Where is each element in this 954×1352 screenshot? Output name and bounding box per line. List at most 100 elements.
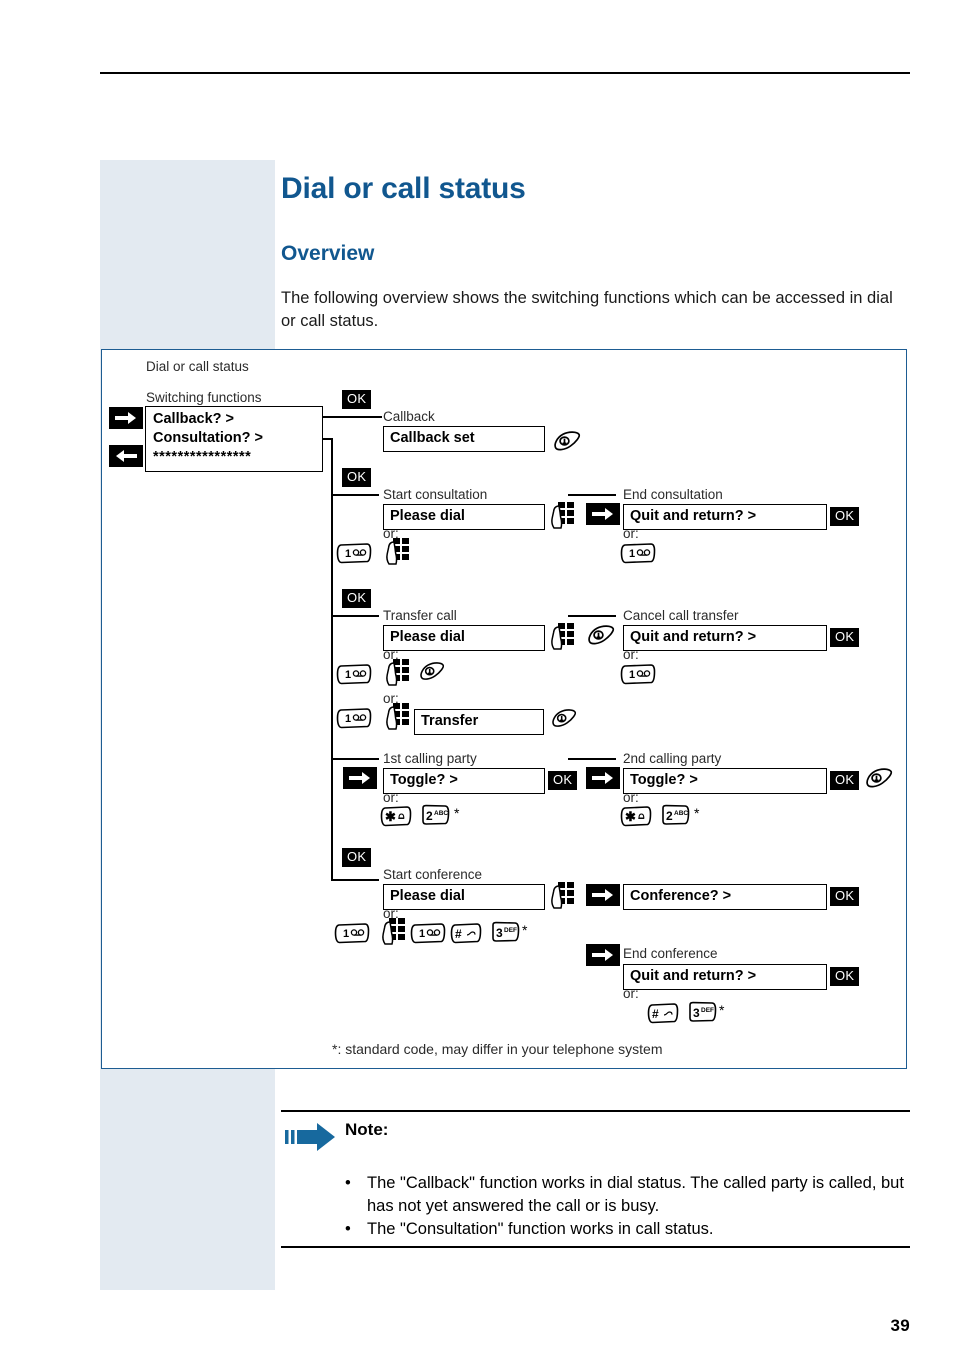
note-rule-bottom: [281, 1246, 910, 1248]
key-2-abc-icon-toggle-1[interactable]: 2 ABC: [420, 804, 450, 831]
ok-key-consultation[interactable]: OK: [342, 468, 372, 487]
ok-key-toggle-1[interactable]: OK: [548, 771, 578, 790]
handset-hangup-icon-transfer-confirm[interactable]: [550, 708, 578, 737]
keypad-dial-icon-transfer-alt[interactable]: [384, 659, 410, 692]
svg-text:2: 2: [666, 809, 673, 823]
branch-label-1st-calling-party: 1st calling party: [383, 751, 477, 766]
key-1-voicemail-icon-transfer-2[interactable]: 1: [336, 707, 372, 734]
ok-key-conference-confirm[interactable]: OK: [830, 887, 860, 906]
ok-key-conference[interactable]: OK: [342, 848, 372, 867]
nav-right-arrow-icon-toggle-2[interactable]: [586, 767, 620, 789]
lcd-quit-return-conference: Quit and return? >: [623, 964, 827, 990]
note-arrow-icon: [285, 1122, 337, 1157]
lcd-quit-return-transfer: Quit and return? >: [623, 625, 827, 651]
diagram-footnote: *: standard code, may differ in your tel…: [332, 1041, 663, 1057]
menu-line-consultation[interactable]: Consultation? >: [153, 429, 315, 448]
key-1-voicemail-icon-transfer[interactable]: 1: [336, 663, 372, 690]
note-item-2-text: The "Consultation" function works in cal…: [367, 1220, 714, 1238]
svg-text:1: 1: [629, 669, 635, 681]
ok-key-cancel-transfer[interactable]: OK: [830, 628, 860, 647]
lcd-callback-set: Callback set: [383, 426, 545, 452]
asterisk-mark-toggle-2: *: [694, 805, 700, 821]
handset-hangup-icon-callback[interactable]: [552, 430, 582, 461]
ok-key-transfer[interactable]: OK: [342, 589, 372, 608]
svg-text:ABC: ABC: [674, 810, 688, 817]
switching-functions-menu[interactable]: Callback? > Consultation? > ************…: [145, 406, 323, 472]
note-rule-top: [281, 1110, 910, 1112]
handset-hangup-icon-toggle-2[interactable]: [864, 767, 894, 798]
connector-consultation-h: [331, 494, 379, 496]
key-1-voicemail-icon-conference-2[interactable]: 1: [410, 922, 446, 949]
note-list-item-2: • The "Consultation" function works in c…: [345, 1218, 905, 1241]
svg-text:3: 3: [693, 1006, 700, 1020]
branch-label-2nd-calling-party: 2nd calling party: [623, 751, 722, 766]
keypad-dial-icon-conference[interactable]: [549, 882, 575, 915]
lcd-please-dial-consultation: Please dial: [383, 504, 545, 530]
keypad-dial-icon-transfer-2[interactable]: [384, 703, 410, 736]
key-1-voicemail-icon-end-consultation[interactable]: 1: [620, 542, 656, 569]
svg-text:1: 1: [345, 669, 351, 681]
key-3-def-icon-end-conference[interactable]: 3 DEF: [687, 1001, 717, 1028]
or-label-cancel-transfer: or:: [623, 647, 639, 662]
svg-text:2: 2: [426, 809, 433, 823]
branch-label-start-consultation: Start consultation: [383, 487, 488, 502]
key-1-voicemail-icon-conference[interactable]: 1: [334, 922, 370, 949]
nav-right-arrow-icon-conference[interactable]: [586, 884, 620, 906]
section-title: Overview: [281, 242, 375, 266]
branch-label-start-conference: Start conference: [383, 867, 483, 882]
keypad-dial-icon-conference-alt[interactable]: [380, 918, 406, 951]
menu-line-callback[interactable]: Callback? >: [153, 410, 315, 429]
svg-text:1: 1: [419, 928, 425, 940]
key-star-bell-icon-toggle-1[interactable]: ✱: [380, 805, 412, 832]
svg-text:✱: ✱: [385, 809, 396, 824]
key-1-voicemail-icon-consultation[interactable]: 1: [336, 542, 372, 569]
key-star-bell-icon-toggle-2[interactable]: ✱: [620, 805, 652, 832]
svg-text:DEF: DEF: [701, 1007, 714, 1014]
connector-cancel-transfer-h: [568, 615, 616, 617]
keypad-dial-icon-consultation-alt[interactable]: [384, 538, 410, 571]
or-label-toggle-1: or:: [383, 790, 399, 805]
key-2-abc-icon-toggle-2[interactable]: 2 ABC: [660, 804, 690, 831]
svg-text:DEF: DEF: [504, 927, 517, 934]
key-1-voicemail-icon-cancel-transfer[interactable]: 1: [620, 663, 656, 690]
handset-hangup-icon-transfer[interactable]: [586, 624, 616, 655]
diagram-caption-status: Dial or call status: [146, 359, 249, 374]
nav-right-arrow-icon[interactable]: [109, 407, 143, 429]
or-label-end-consultation: or:: [623, 526, 639, 541]
nav-right-arrow-icon-toggle-1[interactable]: [343, 767, 377, 789]
asterisk-mark-end-conference: *: [719, 1002, 725, 1018]
intro-paragraph: The following overview shows the switchi…: [281, 288, 893, 330]
keypad-dial-icon-transfer[interactable]: [549, 623, 575, 656]
connector-toggle-2-h: [568, 758, 616, 760]
svg-text:3: 3: [496, 926, 503, 940]
note-title: Note:: [345, 1120, 389, 1139]
nav-right-arrow-icon-end-consultation[interactable]: [586, 503, 620, 525]
ok-key-end-conference[interactable]: OK: [830, 967, 860, 986]
note-list: • The "Callback" function works in dial …: [345, 1172, 905, 1241]
connector-conference-h: [331, 879, 379, 881]
lcd-please-dial-transfer: Please dial: [383, 625, 545, 651]
note-list-item-1: • The "Callback" function works in dial …: [345, 1172, 905, 1218]
key-hash-icon-conference[interactable]: #: [450, 922, 482, 949]
nav-left-arrow-icon[interactable]: [109, 445, 143, 467]
keypad-dial-icon-consultation[interactable]: [549, 502, 575, 535]
nav-right-arrow-icon-end-conference[interactable]: [586, 944, 620, 966]
svg-text:#: #: [455, 927, 462, 941]
key-3-def-icon-conference[interactable]: 3 DEF: [490, 921, 520, 948]
key-hash-icon-end-conference[interactable]: #: [647, 1002, 679, 1029]
svg-text:1: 1: [345, 713, 351, 725]
lcd-please-dial-conference: Please dial: [383, 884, 545, 910]
branch-label-end-conference: End conference: [623, 946, 718, 961]
ok-key-end-consultation[interactable]: OK: [830, 507, 860, 526]
svg-text:✱: ✱: [625, 809, 636, 824]
connector-transfer-h: [331, 615, 379, 617]
handset-hangup-icon-transfer-alt[interactable]: [418, 661, 446, 690]
ok-key-toggle-2[interactable]: OK: [830, 771, 860, 790]
branch-label-cancel-transfer: Cancel call transfer: [623, 608, 739, 623]
asterisk-mark-toggle-1: *: [454, 805, 460, 821]
connector-end-consultation-h: [568, 494, 616, 496]
page-number: 39: [890, 1316, 910, 1335]
branch-label-transfer-call: Transfer call: [383, 608, 457, 623]
left-margin-band-lower: [100, 1070, 275, 1290]
ok-key-callback[interactable]: OK: [342, 390, 372, 409]
